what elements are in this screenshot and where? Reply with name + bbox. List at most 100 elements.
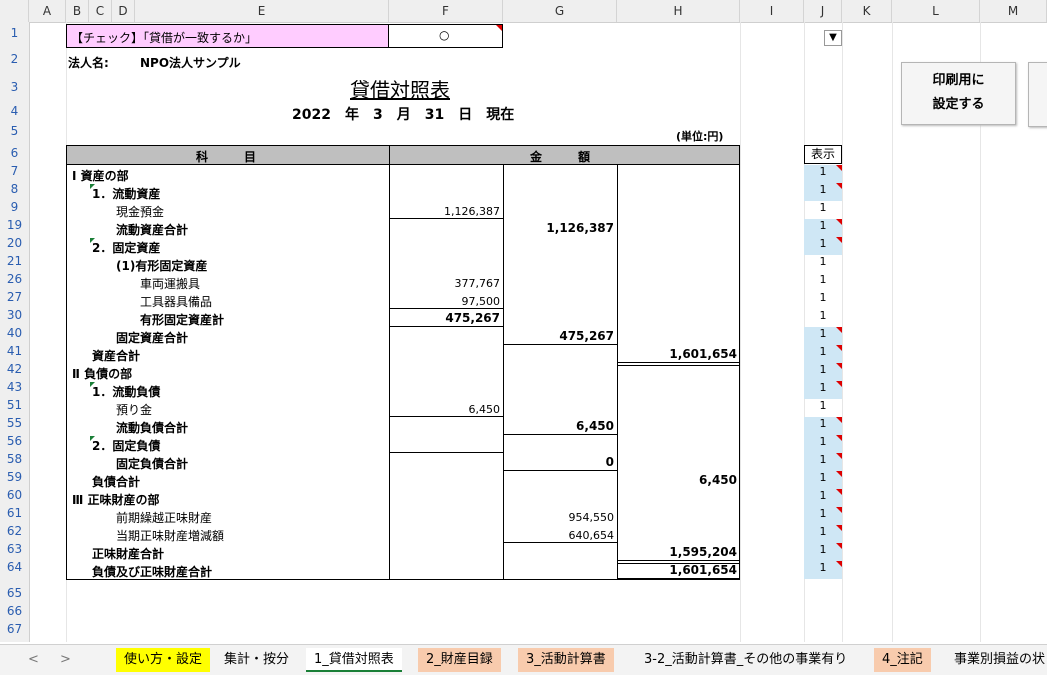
col-d[interactable]: D xyxy=(112,0,135,22)
col-h[interactable]: H xyxy=(617,0,740,22)
amount-g[interactable]: 954,550 xyxy=(503,511,615,524)
row-liabilities-net-total[interactable]: 負債及び正味財産合計 xyxy=(92,563,212,580)
row-number[interactable]: 8 xyxy=(0,182,29,196)
col-f[interactable]: F xyxy=(389,0,503,22)
display-flag[interactable]: 1 xyxy=(804,525,842,543)
row-liabilities-total[interactable]: 負債合計 xyxy=(92,473,140,490)
row-fixed-liabilities-total[interactable]: 固定負債合計 xyxy=(116,455,188,472)
row-prior-net-assets[interactable]: 前期繰越正味財産 xyxy=(116,509,212,526)
row-assets-total[interactable]: 資産合計 xyxy=(92,347,140,364)
row-number[interactable]: 56 xyxy=(0,434,29,448)
tab-property-list[interactable]: 2_財産目録 xyxy=(418,648,501,672)
row-number[interactable]: 3 xyxy=(0,80,29,94)
row-net-assets-change[interactable]: 当期正味財産増減額 xyxy=(116,527,224,544)
col-b[interactable]: B xyxy=(66,0,89,22)
display-flag[interactable]: 1 xyxy=(804,489,842,507)
row-current-assets[interactable]: 1．流動資産 xyxy=(92,185,160,202)
col-l[interactable]: L xyxy=(892,0,980,22)
print-settings-button[interactable]: 印刷用に 設定する xyxy=(901,62,1016,125)
row-net-assets-total[interactable]: 正味財産合計 xyxy=(92,545,164,562)
row-number[interactable]: 42 xyxy=(0,362,29,376)
display-flag[interactable]: 1 xyxy=(804,543,842,561)
amount-g[interactable]: 640,654 xyxy=(503,529,615,542)
col-g[interactable]: G xyxy=(503,0,617,22)
row-number[interactable]: 61 xyxy=(0,506,29,520)
tab-next-icon[interactable]: > xyxy=(52,648,79,672)
display-flag[interactable]: 1 xyxy=(804,453,842,471)
amount-h[interactable]: 6,450 xyxy=(617,473,737,487)
select-all-corner[interactable] xyxy=(0,0,29,22)
display-flag[interactable]: 1 xyxy=(804,183,842,201)
display-flag[interactable]: 1 xyxy=(804,417,842,435)
row-tangible-total[interactable]: 有形固定資産計 xyxy=(140,311,224,328)
row-deposits[interactable]: 預り金 xyxy=(116,401,152,418)
amount-f[interactable]: 377,767 xyxy=(389,277,501,290)
tab-how-to-use[interactable]: 使い方・設定 xyxy=(116,648,211,672)
tab-business-profit[interactable]: 事業別損益の状 xyxy=(946,648,1047,672)
col-c[interactable]: C xyxy=(89,0,112,22)
tab-summary[interactable]: 集計・按分 xyxy=(216,648,297,672)
row-number[interactable]: 62 xyxy=(0,524,29,538)
check-label-cell[interactable]: 【チェック】「貸借が一致するか」 xyxy=(66,24,389,48)
amount-g[interactable]: 6,450 xyxy=(503,419,614,433)
display-flag[interactable]: 1 xyxy=(804,291,842,309)
amount-f[interactable]: 97,500 xyxy=(389,295,501,308)
row-number[interactable]: 30 xyxy=(0,308,29,322)
row-number[interactable]: 4 xyxy=(0,104,29,118)
display-flag[interactable]: 1 xyxy=(804,471,842,489)
row-current-assets-total[interactable]: 流動資産合計 xyxy=(116,221,188,238)
display-flag[interactable]: 1 xyxy=(804,309,842,327)
display-flag[interactable]: 1 xyxy=(804,273,842,291)
row-number[interactable]: 27 xyxy=(0,290,29,304)
amount-h[interactable]: 1,595,204 xyxy=(617,545,737,559)
check-result-cell[interactable]: ○ xyxy=(389,24,503,48)
row-number[interactable]: 19 xyxy=(0,218,29,232)
row-number[interactable]: 5 xyxy=(0,124,29,138)
row-number[interactable]: 40 xyxy=(0,326,29,340)
row-number[interactable]: 21 xyxy=(0,254,29,268)
row-number[interactable]: 60 xyxy=(0,488,29,502)
filter-icon[interactable]: ▼ xyxy=(824,30,842,46)
row-number[interactable]: 67 xyxy=(0,622,29,636)
display-flag[interactable]: 1 xyxy=(804,561,842,579)
col-i[interactable]: I xyxy=(740,0,804,22)
display-flag[interactable]: 1 xyxy=(804,237,842,255)
amount-f[interactable]: 1,126,387 xyxy=(389,205,500,218)
row-number[interactable]: 26 xyxy=(0,272,29,286)
row-number[interactable]: 20 xyxy=(0,236,29,250)
row-tools[interactable]: 工具器具備品 xyxy=(140,293,212,310)
amount-g[interactable]: 0 xyxy=(503,455,614,469)
amount-f[interactable]: 475,267 xyxy=(389,311,500,325)
amount-g[interactable]: 1,126,387 xyxy=(503,221,614,235)
row-number[interactable]: 65 xyxy=(0,586,29,600)
row-fixed-assets-total[interactable]: 固定資産合計 xyxy=(116,329,188,346)
amount-f[interactable]: 6,450 xyxy=(389,403,501,416)
row-number[interactable]: 9 xyxy=(0,200,29,214)
row-number[interactable]: 59 xyxy=(0,470,29,484)
row-number[interactable]: 43 xyxy=(0,380,29,394)
row-number[interactable]: 66 xyxy=(0,604,29,618)
row-fixed-liabilities[interactable]: 2．固定負債 xyxy=(92,437,160,454)
row-liabilities-section[interactable]: Ⅱ 負債の部 xyxy=(72,365,132,382)
row-fixed-assets[interactable]: 2．固定資産 xyxy=(92,239,160,256)
second-button[interactable] xyxy=(1028,62,1047,127)
row-number[interactable]: 7 xyxy=(0,164,29,178)
tab-activity-statement[interactable]: 3_活動計算書 xyxy=(518,648,614,672)
col-j[interactable]: J xyxy=(804,0,842,22)
row-net-assets-section[interactable]: Ⅲ 正味財産の部 xyxy=(72,491,160,508)
display-flag[interactable]: 1 xyxy=(804,435,842,453)
row-number[interactable]: 64 xyxy=(0,560,29,574)
row-current-liabilities[interactable]: 1．流動負債 xyxy=(92,383,160,400)
row-assets-section[interactable]: Ⅰ 資産の部 xyxy=(72,167,129,184)
tab-balance-sheet[interactable]: 1_貸借対照表 xyxy=(306,648,402,672)
amount-h[interactable]: 1,601,654 xyxy=(617,347,737,361)
col-k[interactable]: K xyxy=(842,0,892,22)
row-current-liabilities-total[interactable]: 流動負債合計 xyxy=(116,419,188,436)
row-number[interactable]: 63 xyxy=(0,542,29,556)
display-flag[interactable]: 1 xyxy=(804,345,842,363)
row-vehicles[interactable]: 車両運搬具 xyxy=(140,275,200,292)
display-flag[interactable]: 1 xyxy=(804,165,842,183)
amount-h[interactable]: 1,601,654 xyxy=(617,563,737,577)
row-number[interactable]: 51 xyxy=(0,398,29,412)
col-m[interactable]: M xyxy=(980,0,1047,22)
